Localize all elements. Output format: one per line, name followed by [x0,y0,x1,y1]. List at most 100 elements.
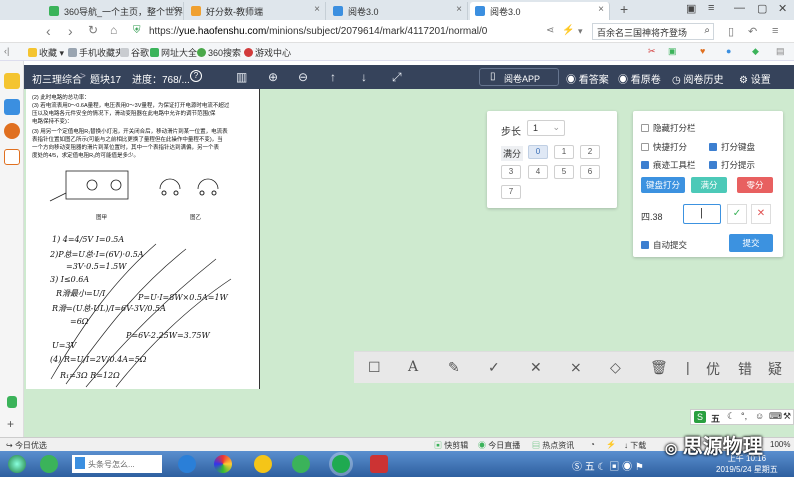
score-2-button[interactable]: 2 [580,145,600,159]
accelerate-icon[interactable]: ⚡ [606,440,616,449]
home-icon[interactable]: ⌂ [110,23,117,37]
bookmark-google[interactable]: 谷歌 [120,46,149,59]
taskbar-search-button[interactable]: 搜索 [144,459,160,470]
extension-icon[interactable]: ◆ [752,46,759,57]
tray-icons[interactable]: Ⓢ 五 ☾ ▣ ◉ ⚑ [572,458,644,473]
favorites-star-icon[interactable] [4,73,20,89]
start-button[interactable] [8,455,26,473]
arrow-up-icon[interactable]: ↑ [330,70,336,84]
extension-icon[interactable]: ✂ [648,46,656,57]
share-icon[interactable]: ⋖ [546,25,554,36]
full-score-label[interactable]: 满分 [501,146,524,161]
zoom-in-icon[interactable]: ⊕ [268,70,278,84]
clear-icon[interactable]: ✕ [751,204,771,224]
keyboard-score-button[interactable]: 键盘打分 [641,177,685,193]
view-original-button[interactable]: ◉ 看原卷 [618,71,661,86]
hot-news[interactable]: ▤ 热点资讯 [532,440,574,451]
text-icon[interactable]: A [408,359,418,375]
eraser-icon[interactable]: ◇ [610,359,621,376]
search-field[interactable]: 百余名三国神将齐登场 ⌕ [592,23,714,40]
chrome-icon[interactable] [214,455,232,473]
step-select[interactable]: 1 ⌄ [527,120,565,136]
flash-icon[interactable]: ⚡ [562,25,574,36]
score-5-button[interactable]: 5 [554,165,574,179]
extension-icon[interactable]: ▤ [776,46,785,57]
close-icon[interactable]: × [172,4,178,15]
mark-wrong-button[interactable]: 错 [738,359,752,379]
score-6-button[interactable]: 6 [580,165,600,179]
speed-icon[interactable]: ◔ [590,440,595,449]
pencil-icon[interactable]: ✎ [448,359,460,376]
back-icon[interactable]: ‹ [46,23,51,39]
refresh-icon[interactable]: ↻ [88,23,98,37]
score-4-button[interactable]: 4 [528,165,548,179]
emoji-icon[interactable]: ☺ [755,411,764,421]
collapse-icon[interactable]: ‹| [4,46,9,56]
notes-icon[interactable] [4,99,20,115]
quick-score-checkbox[interactable]: 快捷打分 [641,141,687,153]
close-icon[interactable]: × [456,4,462,15]
add-icon[interactable]: + [7,417,14,431]
settings-button[interactable]: ⚙ 设置 [739,71,771,86]
app-icon[interactable] [254,455,272,473]
half-cross-icon[interactable]: ⨯ [570,359,582,376]
check-mark-icon[interactable]: ✓ [488,359,500,376]
skin-icon[interactable]: ▣ [686,2,696,15]
battery-icon[interactable] [7,396,17,408]
history-button[interactable]: ◷ 阅卷历史 [672,71,724,86]
bookmark-favorites[interactable]: 收藏 ▾ [28,46,64,59]
phone-icon[interactable]: ▯ [728,25,734,38]
submit-button[interactable]: 提交 [729,234,773,252]
bookmark-directory[interactable]: 网址大全 [150,46,197,59]
new-tab-button[interactable]: + [620,1,628,17]
maximize-button[interactable]: ▢ [757,2,767,15]
minimize-button[interactable]: — [734,2,745,14]
forward-icon[interactable]: › [68,23,73,39]
ie-icon[interactable] [178,455,196,473]
dropdown-icon[interactable]: ▾ [578,26,583,37]
trash-icon[interactable]: 🗑 [650,359,668,376]
close-icon[interactable]: × [598,4,604,15]
tab-360-nav[interactable]: 360导航_一个主页，整个世界 × [44,2,184,20]
search-icon[interactable]: ⌕ [704,25,710,36]
score-3-button[interactable]: 3 [501,165,521,179]
view-answer-button[interactable]: ◉ 看答案 [566,71,609,86]
score-7-button[interactable]: 7 [501,185,521,199]
auto-submit-checkbox[interactable]: 自动提交 [641,239,687,251]
extension-icon[interactable]: ♥ [700,46,705,56]
taskbar-app-icon[interactable] [40,455,58,473]
close-icon[interactable]: × [314,4,320,15]
score-1-button[interactable]: 1 [554,145,574,159]
ime-toolbar[interactable]: S 五 ☾ °, ☺ ⌨ ⚒ [690,409,794,425]
close-window-button[interactable]: ✕ [778,2,787,15]
document-icon[interactable] [370,455,388,473]
hide-score-bar-checkbox[interactable]: 隐藏打分栏 [641,122,696,134]
today-picks[interactable]: ↪ 今日优选 [6,440,47,451]
mark-toolbar-checkbox[interactable]: 痕迹工具栏 [641,159,696,171]
tab-haofenshu[interactable]: 好分数-教师端 × [186,2,326,20]
bookmark-360search[interactable]: 360搜索 [197,46,241,59]
help-icon[interactable]: ? [190,70,202,82]
today-live[interactable]: ◉ 今日直播 [478,440,520,451]
zoom-level[interactable]: 100% [770,440,790,449]
mark-good-button[interactable]: 优 [706,359,720,379]
chart-icon[interactable]: ▥ [236,70,247,84]
mark-doubt-button[interactable]: 疑 [768,359,782,379]
download-button[interactable]: ↓ 下载 [624,440,646,451]
app-button[interactable]: ▯ 阅卷APP [479,68,559,86]
bookmark-games[interactable]: 游戏中心 [244,46,291,59]
at-icon[interactable] [4,149,20,165]
keyboard-score-checkbox[interactable]: 打分键盘 [709,141,755,153]
menu-icon[interactable]: ≡ [708,2,714,14]
extension-icon[interactable]: ▣ [668,46,677,57]
score-hint-checkbox[interactable]: 打分提示 [709,159,755,171]
more-icon[interactable]: ≡ [772,25,778,37]
arrow-down-icon[interactable]: ↓ [361,70,367,84]
keyboard-icon[interactable]: ⌨ [769,411,782,422]
zero-score-button[interactable]: 零分 [737,177,773,193]
tab-yuejuan-1[interactable]: 阅卷3.0 × [328,2,468,20]
moon-icon[interactable]: ☾ [727,411,735,422]
score-input[interactable]: | [683,204,721,224]
extension-icon[interactable]: ● [726,46,731,56]
quick-clip[interactable]: ▣ 快剪辑 [434,440,468,451]
